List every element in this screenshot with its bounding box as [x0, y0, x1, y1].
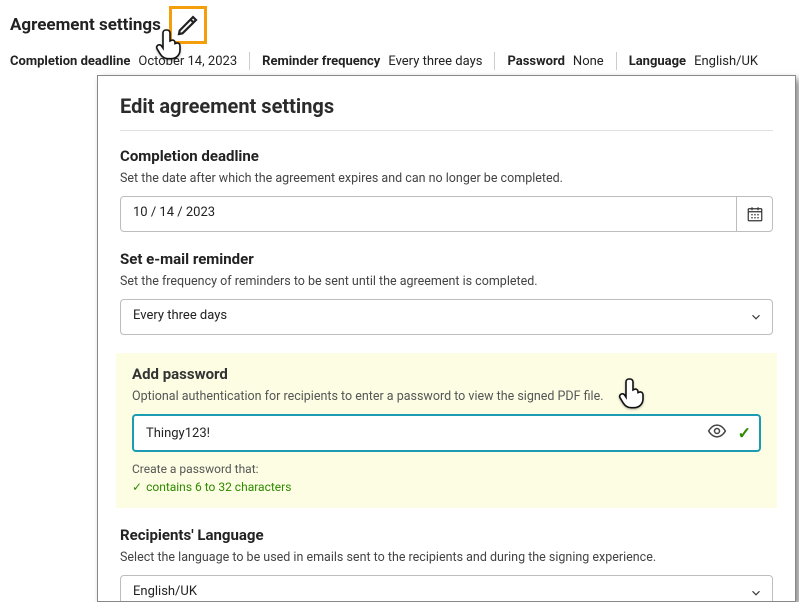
deadline-date-input[interactable]: 10 / 14 / 2023 — [120, 196, 737, 232]
language-select-value: English/UK — [120, 575, 773, 602]
section-password-desc: Optional authentication for recipients t… — [132, 389, 761, 404]
reminder-select[interactable]: Every three days — [120, 299, 773, 335]
password-value: None — [573, 54, 604, 69]
section-language-desc: Select the language to be used in emails… — [120, 550, 773, 565]
summary-bar: Completion deadline October 14, 2023 Remi… — [10, 52, 789, 70]
reminder-label: Reminder frequency — [262, 54, 380, 69]
section-deadline-desc: Set the date after which the agreement e… — [120, 171, 773, 186]
section-deadline-heading: Completion deadline — [120, 147, 773, 165]
calendar-icon — [746, 205, 764, 223]
deadline-label: Completion deadline — [10, 54, 130, 69]
reminder-select-value: Every three days — [120, 299, 773, 335]
section-reminder: Set e-mail reminder Set the frequency of… — [120, 250, 773, 335]
section-password-heading: Add password — [132, 365, 761, 383]
divider — [120, 130, 773, 131]
reminder-value: Every three days — [388, 54, 482, 69]
password-help-title: Create a password that: — [132, 462, 761, 476]
section-deadline: Completion deadline Set the date after w… — [120, 147, 773, 232]
password-label: Password — [507, 54, 564, 69]
deadline-value: October 14, 2023 — [138, 54, 237, 69]
chevron-down-icon — [749, 310, 763, 324]
password-input[interactable] — [132, 414, 761, 452]
section-language: Recipients' Language Select the language… — [120, 526, 773, 602]
eye-icon — [707, 421, 727, 441]
toggle-password-visibility[interactable] — [707, 421, 727, 445]
section-language-heading: Recipients' Language — [120, 526, 773, 544]
password-help: Create a password that: ✓contains 6 to 3… — [132, 462, 761, 494]
edit-agreement-modal: Edit agreement settings Completion deadl… — [97, 75, 796, 602]
language-select[interactable]: English/UK — [120, 575, 773, 602]
password-rule: ✓contains 6 to 32 characters — [132, 480, 761, 494]
chevron-down-icon — [749, 586, 763, 600]
section-password: Add password Optional authentication for… — [116, 353, 777, 508]
modal-title: Edit agreement settings — [120, 94, 773, 118]
edit-button[interactable] — [169, 6, 207, 44]
page-title: Agreement settings — [10, 15, 161, 35]
language-label: Language — [629, 54, 686, 69]
calendar-button[interactable] — [737, 196, 773, 232]
section-reminder-heading: Set e-mail reminder — [120, 250, 773, 268]
language-value: English/UK — [694, 54, 758, 69]
pencil-icon — [176, 13, 200, 37]
section-reminder-desc: Set the frequency of reminders to be sen… — [120, 274, 773, 289]
agreement-settings-header: Agreement settings Completion deadline Oc… — [0, 0, 799, 78]
check-icon: ✓ — [738, 424, 751, 443]
